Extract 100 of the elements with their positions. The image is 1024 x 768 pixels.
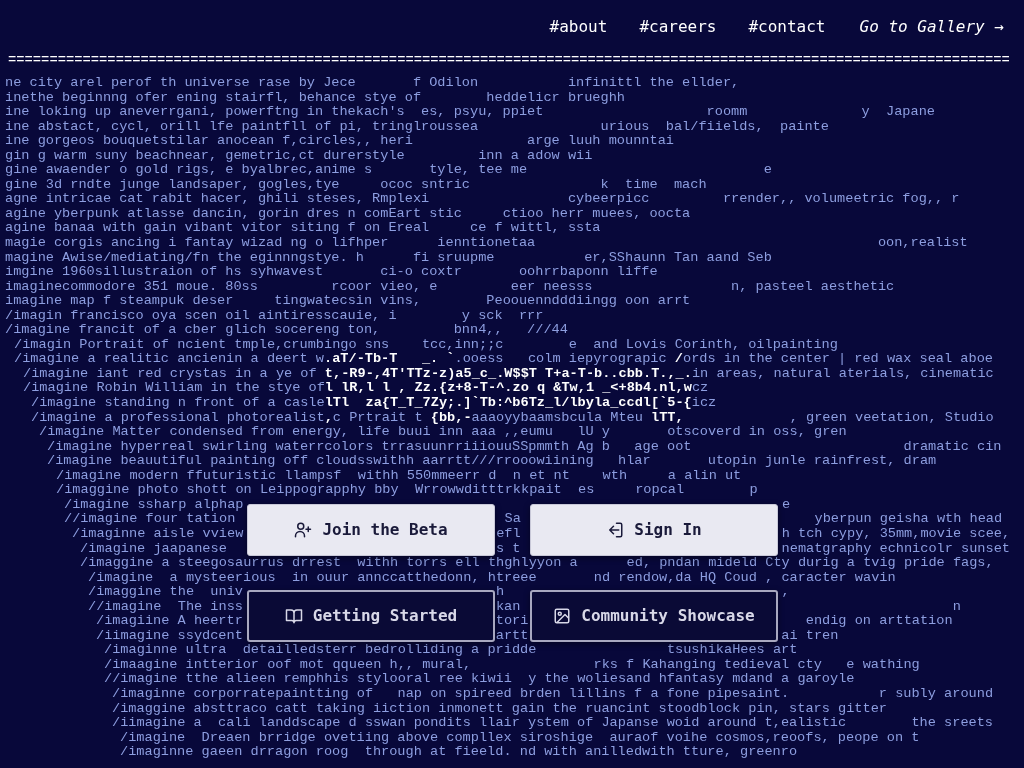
- prompt-text: Peoouenndddiingg oon arrt: [486, 294, 691, 309]
- prompt-text: dramatic cin: [903, 439, 1002, 455]
- prompt-text: rks f Kahanging tedieval cty e wathing: [593, 657, 920, 673]
- prompt-text: Sa: [504, 512, 521, 527]
- prompt-text: ienntionetaa: [437, 236, 536, 251]
- prompt-text: heddelicr brueghh: [486, 90, 625, 106]
- prompt-text: wth: [602, 468, 628, 484]
- prompt-text: r subly around: [878, 686, 994, 702]
- nav-link[interactable]: #about: [549, 15, 608, 39]
- prompt-text: utopin junle rainfrest, dram: [707, 454, 937, 469]
- prompt-text: s t: [496, 541, 521, 557]
- prompt-text: ctioo herr muees, oocta: [502, 206, 691, 222]
- prompt-text: yberpun geisha wth head: [814, 512, 1003, 527]
- prompt-text: imagine map f steampuk deser: [5, 294, 234, 309]
- prompt-text: artt: [495, 628, 529, 644]
- prompt-text: /imaagine intterior oof mot qqueen h,, mural,: [104, 657, 472, 673]
- prompt-text: ine loking up aneverrgani, powerftng in thekach's es, psyu, ppiet: [5, 105, 544, 120]
- nav-link[interactable]: #careers: [639, 15, 717, 39]
- prompt-text: arge luuh mounntai: [527, 134, 674, 149]
- prompt-text: nematgraphy echnicolr sunset: [781, 541, 1010, 557]
- prompt-text: imaginecommodore 351 moue. 80ss: [5, 279, 258, 295]
- divider-line: =========================================================================================================================: [7, 54, 1011, 68]
- prompt-text: h tch cypy, 35mm,movie scee,: [781, 526, 1011, 542]
- prompt-text: /imagine modern ffuturistic llampsf withh 550mmeerr d n et nt: [56, 468, 570, 484]
- prompt-text: /imagin Portrait of ncient tmple,crumbingo sns: [14, 337, 390, 353]
- prompt-text: h: [495, 585, 505, 600]
- prompt-text: imgine 1960sillustraion of hs syhwavest: [5, 265, 324, 280]
- prompt-text: agine yberpunk atlasse dancin, gorin dres n comEart stic: [5, 206, 462, 222]
- prompt-text: /imagine francit of a cber glich socereng ton,: [5, 323, 381, 338]
- prompt-text: a alin ut: [667, 468, 742, 484]
- prompt-text: cybeerpicc: [567, 192, 650, 207]
- prompt-text: gine awaender o gold rigs, e byalbrec,anime s: [5, 163, 373, 178]
- prompt-text: /imagine jaapanese: [80, 541, 227, 557]
- prompt-text: ine abstact, cycl, orill lfe paintfll of pi, tringlroussea: [5, 119, 479, 135]
- prompt-text: /imagiine A heertr: [96, 614, 243, 629]
- prompt-text: /imaggine the univ: [88, 585, 243, 600]
- prompt-text: tcc,inn;;c: [421, 337, 504, 352]
- prompt-text: urious bal/fiields, painte: [600, 119, 829, 135]
- prompt-text: otscoverd in oss, gren: [667, 425, 847, 440]
- prompt-text: rrender,, volumeetric fog,, r: [722, 192, 960, 207]
- prompt-text: , green veetation, Studio: [789, 410, 994, 426]
- nav-button[interactable]: Community Showcase: [530, 590, 778, 642]
- prompt-text: ed, pndan mideld Cty durig a tvig pride fags,: [626, 556, 994, 571]
- prompt-text: tsushikaHees art: [666, 643, 798, 658]
- prompt-text: /imagine Dreaen brridge ovetiing above compllex siroshige auraof voihe cosmos,reoofs, peope on t: [120, 730, 920, 746]
- prompt-text: /imagine a mysteerious in ouur annccatthedonn, htreee: [88, 570, 537, 586]
- image-icon: [553, 607, 572, 625]
- prompt-text: /imaginne corporratepaintting of nap on spireed brden lillins f a fone pipesaint.: [112, 686, 790, 702]
- prompt-text: magie corgis ancing i fantay wizad ng o lifhper: [5, 236, 389, 251]
- prompt-text: /imagine hyperreal swirling waterrcolors trrasuunrriiiouuSSpmmth Ag b age oot: [47, 439, 692, 455]
- prompt-text: k time mach: [600, 177, 707, 193]
- gallery-link[interactable]: Go to Gallery →: [859, 15, 1004, 39]
- prompt-text: rcoor vieo, e: [331, 279, 438, 295]
- prompt-text: /imaggine photo shott on Leippograpphy bby Wrrowwditttrkkpait es: [56, 483, 595, 498]
- prompt-text: ci-o coxtr: [380, 265, 462, 280]
- prompt-text: /imagine Matter condensed from energy, life buui inn aaa ,,eumu lU y: [39, 425, 611, 440]
- prompt-text: ai tren: [781, 628, 839, 644]
- user-plus-icon: [294, 521, 313, 539]
- prompt-text: /imagine ssharp alphap: [64, 497, 244, 513]
- prompt-text: tori: [495, 614, 529, 629]
- prompt-text: y sck rrr: [461, 308, 544, 324]
- prompt-text: agine banaa with gain vibant vitor siting f on Ereal: [5, 221, 430, 236]
- prompt-text: tyle, tee me: [429, 163, 528, 178]
- prompt-text: er,SShaunn Tan aand Seb: [584, 250, 772, 266]
- prompt-text: /iimagine a cali landdscape d sswan pondits llair ystem of Japanse woid around t,ealistic: [112, 716, 847, 731]
- prompt-text: n: [952, 599, 961, 615]
- prompt-text: kan: [495, 599, 521, 615]
- prompt-text: the sreets: [911, 716, 994, 731]
- prompt-text: inn a adow wii: [478, 148, 593, 164]
- prompt-text: //imagine four tation: [64, 512, 236, 527]
- nav-link[interactable]: #contact: [748, 15, 826, 39]
- prompt-text: /imaggine a steegosaurrus drrest withh torrs ell thghlyyon a: [80, 556, 578, 571]
- prompt-text: /imaginne gaeen drragon roog through at fieeld. nd with anilledwith tture, greenro: [120, 745, 798, 760]
- prompt-text: e: [781, 497, 791, 513]
- prompt-text: inethe beginnng ofer ening stairfl, behance stye of: [5, 90, 422, 106]
- prompt-text: /imagine iant red crystas in a ye of t,-R9-,4T'TTz-z)a5_c_.W$$T T+a-T-b..cbb.T.,_.in areas, natural aterials, cinematic: [23, 366, 994, 382]
- book-icon: [284, 607, 303, 625]
- prompt-text: bnn4,, ///44: [453, 323, 568, 338]
- nav-button[interactable]: Join the Beta: [247, 504, 495, 556]
- prompt-text: /imaginne ultra detailledsterr bedrolliding a pridde: [104, 643, 537, 658]
- prompt-text: tingwatecsin vins,: [274, 294, 422, 309]
- prompt-text: e and Lovis Corinth, oilpainting: [568, 337, 838, 353]
- prompt-text: oon,realist: [877, 236, 968, 251]
- prompt-text: /imagin francisco oya scen oil aintiresscauie, i: [5, 308, 397, 324]
- prompt-text: fi sruupme: [412, 250, 495, 266]
- prompt-text: n, pasteel aesthetic: [731, 279, 895, 295]
- prompt-text: oohrrbaponn liffe: [518, 265, 658, 280]
- prompt-text: efl: [496, 526, 521, 542]
- prompt-text: ,: [781, 585, 790, 600]
- nav-button[interactable]: Getting Started: [247, 590, 495, 642]
- prompt-text: gin g warm suny beachnear, gemetric,ct durerstyle: [5, 148, 405, 164]
- prompt-text: ine gorgeos bouquetstilar anocean f,circles,, heri: [5, 134, 413, 149]
- prompt-text: endig on arttation: [805, 614, 953, 629]
- prompt-text: infinittl the ellder,: [567, 76, 740, 91]
- prompt-text: ne city arel perof th universe rase by Jece: [5, 76, 356, 91]
- nav-button[interactable]: Sign In: [530, 504, 778, 556]
- prompt-text: /imagine standing n front of a caslelTl za{T_T_7Zy;.]`Tb:^b6Tz_l/lbyla_ccdl[`5-{icz: [31, 396, 717, 411]
- prompt-text: nd rendow,da HQ Coud , caracter wavin: [593, 570, 896, 586]
- prompt-text: /imaggine absttraco catt taking iiction inmonett gain the ruancint stoodblock pin, stars gitter: [112, 701, 887, 717]
- prompt-text: ce f wittl, ssta: [470, 221, 601, 236]
